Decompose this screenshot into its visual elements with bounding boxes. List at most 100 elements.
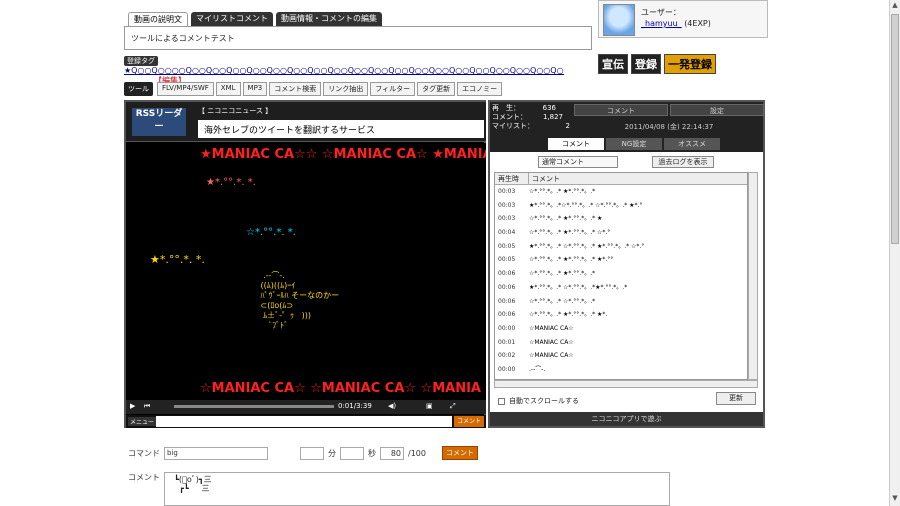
comment-table-hscroll[interactable] (494, 380, 758, 388)
user-label: ユーザー： (641, 8, 681, 17)
table-row[interactable]: 00:03 ☆*.°°.*。.* ★*.°°.*。.* ★ (495, 212, 747, 226)
table-row[interactable]: 00:06 ☆*.°°.*。.* ★*.°°.*。.* ★*. (495, 308, 747, 322)
autoscroll-option[interactable]: 自動でスクロールする (498, 396, 579, 406)
rss-source: 【 ニコニコニュース 】 (198, 107, 273, 115)
scroll-thumb[interactable] (891, 14, 899, 244)
tab-mylist-comment[interactable]: マイリストコメント (191, 12, 273, 26)
advertise-button[interactable]: 宣伝 (598, 54, 628, 74)
volume-icon[interactable]: ◀) (388, 402, 396, 410)
tool-tag-update-button[interactable]: タグ更新 (417, 82, 456, 96)
table-row[interactable]: 00:04 ☆*.°°.*。.* ★*.°°.*。.* ☆*.° (495, 226, 747, 240)
comment-list-panel: 通常コメント 過去ログを表示 再生時 コメント 00:03 ☆*.°°.*。.* … (490, 152, 763, 412)
player-comment-submit[interactable]: コメント (454, 416, 484, 427)
scroll-comment: ★*.°°.*. *. (206, 177, 256, 188)
update-button[interactable]: 更新 (716, 392, 756, 405)
panel-comment-button[interactable]: コメント (574, 104, 668, 116)
comment-count: 1,827 (542, 113, 563, 121)
panel-settings-button[interactable]: 設定 (670, 104, 764, 116)
tool-economy-button[interactable]: エコノミー (457, 82, 503, 96)
tab-video-info-edit[interactable]: 動画情報・コメントの編集 (276, 12, 382, 26)
table-row[interactable]: 00:06 ★*.°°.*。.* ☆*.°°.*。.*★*.°°.*。.* (495, 281, 747, 295)
table-row[interactable]: 00:05 ☆*.°°.*。.* ★*.°°.*。.* ★*.°° (495, 253, 747, 267)
past-log-button[interactable]: 過去ログを表示 (652, 156, 714, 168)
table-row[interactable]: 00:03 ☆*.°°.*。.* ★*.°°.*。.* (495, 185, 747, 199)
command-label: コマンド (128, 448, 160, 458)
minute-input[interactable] (300, 446, 324, 460)
player-controls: ▶ ⏮ 0:01/3:39 ◀) ▣ ⤢ (126, 400, 486, 414)
tool-bar: ツール FLV/MP4/SWF XML MP3 コメント検索 リンク抽出 フィル… (124, 82, 503, 96)
user-name-link[interactable]: _hamyuu_ (641, 19, 682, 28)
time-display: 0:01/3:39 (338, 402, 372, 410)
second-input[interactable] (340, 446, 364, 460)
play-icon[interactable]: ▶ (130, 402, 135, 410)
rewind-icon[interactable]: ⏮ (144, 402, 150, 411)
comment-textarea[interactable]: ┗(ﾟoﾟ)┓三 ┏┗ 三 (164, 472, 670, 506)
tool-label: ツール (124, 82, 153, 96)
col-comment[interactable]: コメント (529, 173, 560, 184)
command-input[interactable]: big (164, 446, 268, 460)
table-row[interactable]: 00:00 .-‐⌒-. (495, 363, 747, 377)
comment-filter-select[interactable]: 通常コメント (538, 156, 618, 168)
description-box: ツールによるコメントテスト (124, 26, 592, 50)
scroll-comment: ★MANIAC CA☆☆ ☆MANIAC CA☆ ★MANIAC (200, 147, 486, 162)
tool-filter-button[interactable]: フィルター (370, 82, 416, 96)
scroll-down-icon[interactable]: ▼ (890, 494, 900, 504)
tab-recommend[interactable]: オススメ (664, 138, 720, 150)
fullscreen-icon[interactable]: ⤢ (450, 402, 456, 411)
tab-description[interactable]: 動画の説明文 (128, 12, 188, 26)
frame-total: /100 (408, 448, 426, 458)
mylist-register-button[interactable]: 登録 (631, 54, 661, 74)
tool-flv-button[interactable]: FLV/MP4/SWF (157, 82, 214, 96)
video-stats: 再 生： 636 コメント： 1,827 マイリスト： 2 (492, 104, 570, 131)
page-scrollbar[interactable]: ▲ ▼ (889, 0, 900, 506)
mylist-count: 2 (565, 122, 570, 130)
table-row[interactable]: 00:06 ☆*.°°.*。.* ☆*.°°.*。.* (495, 295, 747, 309)
comment-submit-button[interactable]: コメント (441, 446, 478, 460)
second-label: 秒 (368, 448, 376, 458)
autoscroll-label: 自動でスクロールする (509, 397, 579, 405)
comment-table-vscroll[interactable] (748, 172, 758, 380)
seek-bar[interactable] (174, 405, 334, 408)
tab-comment[interactable]: コメント (548, 138, 604, 150)
video-screen[interactable]: ★MANIAC CA☆☆ ☆MANIAC CA☆ ★MANIAC ★*.°°.*… (126, 143, 486, 400)
tool-mp3-button[interactable]: MP3 (242, 82, 268, 96)
comment-table-header: 再生時 コメント (495, 173, 747, 185)
ascii-art: .-‐⌒-. ((ﾑ)((ﾑ)ｰｲ ﾊﾟｳﾞｰﾙﾊ そーなのかー ⊂(ﾛo(ﾑ⊃… (260, 271, 340, 330)
tool-comment-search-button[interactable]: コメント検索 (269, 82, 322, 96)
table-row[interactable]: 00:03 ★*.°°.*。.*☆*.°°.*。.* ☆*.°°.*。.* ★*.… (495, 199, 747, 213)
comment-input-bar: メニュー コメント (126, 415, 486, 428)
player-comment-input[interactable] (156, 416, 452, 427)
mylist-count-label: マイリスト： (492, 122, 534, 130)
comment-count-label: コメント： (492, 113, 527, 121)
frame-input[interactable]: 80 (380, 446, 404, 460)
scroll-comment: ☆*.°°.*. *. (246, 227, 296, 238)
rss-bar: RSSリーダー 【 ニコニコニュース 】 海外セレブのツイートを翻訳するサービス (126, 102, 486, 142)
quick-register-button[interactable]: 一発登録 (664, 54, 716, 74)
comment-toggle-icon[interactable]: ▣ (426, 402, 433, 410)
info-tabs: 動画の説明文 マイリストコメント 動画情報・コメントの編集 (128, 12, 382, 26)
avatar[interactable] (603, 4, 635, 36)
rss-headline[interactable]: 海外セレブのツイートを翻訳するサービス (198, 120, 484, 138)
comment-panel: 再 生： 636 コメント： 1,827 マイリスト： 2 コメント 設定 2011/… (488, 100, 765, 428)
tool-xml-button[interactable]: XML (215, 82, 241, 96)
user-box: ユーザー： _hamyuu_ (4EXP) (598, 0, 768, 38)
scroll-comment: ☆MANIAC CA☆ ☆MANIAC CA☆ ☆MANIA (200, 381, 481, 396)
comment-label: コメント (128, 473, 160, 482)
table-row[interactable]: 00:01 ☆MANIAC CA☆ (495, 336, 747, 350)
player-menu-button[interactable]: メニュー (128, 417, 157, 426)
scroll-up-icon[interactable]: ▲ (890, 1, 900, 11)
col-time[interactable]: 再生時 (495, 173, 529, 184)
comment-table: 再生時 コメント 00:03 ☆*.°°.*。.* ★*.°°.*。.* 00:0… (494, 172, 748, 380)
panel-buttons: コメント 設定 (574, 104, 764, 116)
play-count-label: 再 生： (492, 104, 520, 112)
table-row[interactable]: 00:02 ☆MANIAC CA☆ (495, 349, 747, 363)
table-row[interactable]: 00:00 ☆MANIAC CA☆ (495, 322, 747, 336)
tab-ng-settings[interactable]: NG設定 (606, 138, 662, 150)
user-name: _hamyuu_ (4EXP) (641, 19, 711, 28)
table-row[interactable]: 00:06 ☆*.°°.*。.* ★*.°°.*。.* (495, 267, 747, 281)
table-row[interactable]: 00:05 ★*.°°.*。.* ☆*.°°.*。.* ★*.°°.*。.* ☆*… (495, 240, 747, 254)
autoscroll-checkbox[interactable] (498, 397, 505, 405)
tag-list[interactable]: ★Q○○Q○○○○Q○○Q○○Q○○Q○○Q○○Q○○Q○○Q○○Q○○Q○○Q… (124, 66, 564, 75)
tool-link-extract-button[interactable]: リンク抽出 (323, 82, 369, 96)
nico-app-link[interactable]: ニコニコアプリで遊ぶ (490, 412, 763, 426)
